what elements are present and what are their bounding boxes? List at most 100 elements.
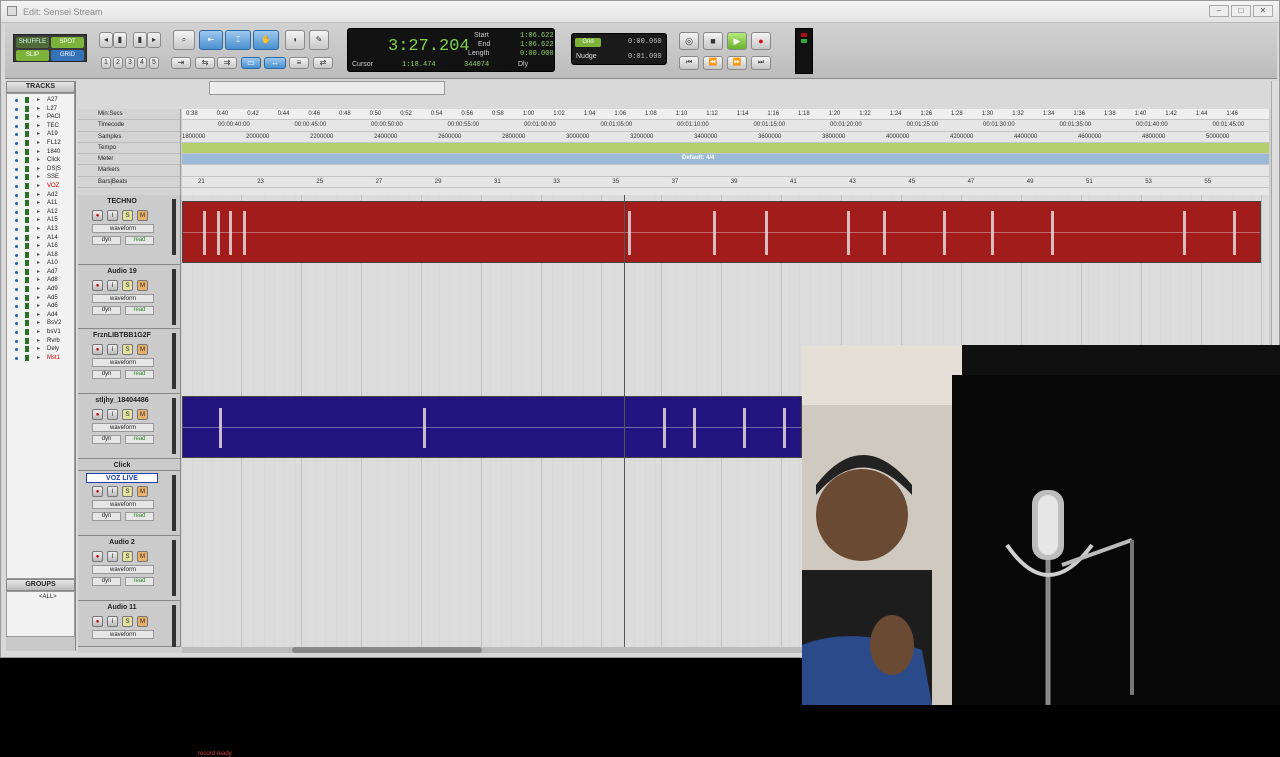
input-monitor-button[interactable]: I bbox=[107, 486, 118, 497]
scrubber-tool-icon[interactable]: ◖ bbox=[285, 30, 305, 50]
dyn-selector[interactable]: dyn bbox=[92, 236, 121, 245]
record-enable-button[interactable]: ● bbox=[92, 551, 103, 562]
mute-button[interactable]: M bbox=[137, 551, 148, 562]
mute-button[interactable]: M bbox=[137, 344, 148, 355]
end-value[interactable]: 1:06.622 bbox=[520, 41, 554, 49]
expand-arrow-icon[interactable]: ▸ bbox=[37, 242, 40, 251]
zoom-midi-icon[interactable]: ▮ bbox=[133, 32, 147, 48]
zoom-out-icon[interactable]: ◂ bbox=[99, 32, 113, 48]
track-list-item[interactable]: ▸ Click bbox=[7, 156, 74, 165]
fast-forward-icon[interactable]: ⏩ bbox=[727, 56, 747, 70]
expand-arrow-icon[interactable]: ▸ bbox=[37, 225, 40, 234]
show-dot-icon[interactable] bbox=[15, 356, 18, 360]
expand-arrow-icon[interactable]: ▸ bbox=[37, 208, 40, 217]
solo-button[interactable]: S bbox=[122, 551, 133, 562]
show-dot-icon[interactable] bbox=[15, 270, 18, 274]
track-name[interactable]: TECHNO bbox=[86, 197, 158, 207]
link-track-icon[interactable]: ⇉ bbox=[217, 57, 237, 69]
show-dot-icon[interactable] bbox=[15, 202, 18, 206]
insert-time-icon[interactable]: ≡ bbox=[289, 57, 309, 69]
show-dot-icon[interactable] bbox=[15, 99, 18, 102]
track-list-item[interactable]: ▸ A10 bbox=[7, 259, 74, 268]
record-enable-button[interactable]: ● bbox=[92, 486, 103, 497]
expand-arrow-icon[interactable]: ▸ bbox=[37, 199, 40, 208]
link-timeline-icon[interactable]: ⇆ bbox=[195, 57, 215, 69]
shuffle-mode-button[interactable]: SHUFFLE bbox=[16, 37, 49, 48]
play-button[interactable]: ▶ bbox=[727, 32, 747, 50]
grid-value[interactable]: 0:00.060 bbox=[628, 38, 662, 46]
dyn-selector[interactable]: dyn bbox=[92, 512, 121, 521]
online-icon[interactable]: ◎ bbox=[679, 32, 699, 50]
expand-arrow-icon[interactable]: ▸ bbox=[37, 345, 40, 354]
expand-arrow-icon[interactable]: ▸ bbox=[37, 234, 40, 243]
ruler-label[interactable]: Bars|Beats bbox=[78, 177, 180, 189]
group-all-item[interactable]: <ALL> bbox=[39, 594, 57, 600]
input-monitor-button[interactable]: I bbox=[107, 210, 118, 221]
track-name[interactable]: Click bbox=[86, 461, 158, 471]
expand-arrow-icon[interactable]: ▸ bbox=[37, 113, 40, 122]
track-view-selector[interactable]: waveform bbox=[92, 500, 154, 509]
samples-ruler[interactable]: 1800000 2000000 2200000 2400000 2600000 28000… bbox=[182, 132, 1269, 143]
track-list-item[interactable]: ▸ BsV2 bbox=[7, 319, 74, 328]
expand-arrow-icon[interactable]: ▸ bbox=[37, 96, 40, 105]
rewind-icon[interactable]: ⏪ bbox=[703, 56, 723, 70]
track-list-item[interactable]: ▸ Ad5 bbox=[7, 294, 74, 303]
track-list-item[interactable]: ▸ A14 bbox=[7, 234, 74, 243]
audio-clip-stljhy[interactable] bbox=[182, 396, 802, 458]
grid-mode-button[interactable]: GRID bbox=[51, 50, 84, 61]
solo-button[interactable]: S bbox=[122, 409, 133, 420]
automation-mode-selector[interactable]: read bbox=[125, 306, 154, 315]
expand-arrow-icon[interactable]: ▸ bbox=[37, 268, 40, 277]
minsecs-ruler[interactable]: 0:38 0:40 0:42 0:44 0:46 0:48 0:50 0:52 0:54 0:56… bbox=[182, 109, 1269, 121]
mute-button[interactable]: M bbox=[137, 486, 148, 497]
length-value[interactable]: 0:00.000 bbox=[520, 50, 554, 58]
playhead-line[interactable] bbox=[624, 195, 625, 647]
trim-tool-icon[interactable]: ⇤ bbox=[199, 30, 223, 50]
show-dot-icon[interactable] bbox=[15, 296, 18, 300]
loop-icon[interactable]: ⇄ bbox=[313, 57, 333, 69]
solo-button[interactable]: S bbox=[122, 210, 133, 221]
nudge-value[interactable]: 0:01.000 bbox=[628, 53, 662, 61]
solo-button[interactable]: S bbox=[122, 486, 133, 497]
track-list-item[interactable]: ▸ DS|S bbox=[7, 165, 74, 174]
zoomer-tool-icon[interactable]: ⌕ bbox=[173, 30, 195, 50]
show-dot-icon[interactable] bbox=[15, 150, 18, 154]
input-monitor-button[interactable]: I bbox=[107, 344, 118, 355]
mirror-midi-icon[interactable]: ↔ bbox=[264, 57, 286, 69]
expand-arrow-icon[interactable]: ▸ bbox=[37, 216, 40, 225]
track-list-item[interactable]: ▸ A13 bbox=[7, 225, 74, 234]
input-monitor-button[interactable]: I bbox=[107, 551, 118, 562]
show-dot-icon[interactable] bbox=[15, 141, 18, 145]
show-dot-icon[interactable] bbox=[15, 219, 18, 223]
expand-arrow-icon[interactable]: ▸ bbox=[37, 251, 40, 260]
return-to-zero-icon[interactable]: ⏮ bbox=[679, 56, 699, 70]
show-dot-icon[interactable] bbox=[15, 193, 18, 197]
expand-arrow-icon[interactable]: ▸ bbox=[37, 105, 40, 114]
zoom-preset-3[interactable]: 3 bbox=[125, 57, 135, 69]
expand-arrow-icon[interactable]: ▸ bbox=[37, 259, 40, 268]
show-dot-icon[interactable] bbox=[15, 245, 18, 249]
audio-clip-techno[interactable] bbox=[182, 201, 1261, 263]
track-list-item[interactable]: ▸ A11 bbox=[7, 199, 74, 208]
track-list-item[interactable]: ▸ TEC bbox=[7, 122, 74, 131]
expand-arrow-icon[interactable]: ▸ bbox=[37, 311, 40, 320]
show-dot-icon[interactable] bbox=[15, 210, 18, 214]
track-list-item[interactable]: ▸ PACI bbox=[7, 113, 74, 122]
close-button[interactable]: ✕ bbox=[1253, 5, 1273, 17]
track-list-item[interactable]: ▸ Dely bbox=[7, 345, 74, 354]
stop-button[interactable]: ■ bbox=[703, 32, 723, 50]
expand-arrow-icon[interactable]: ▸ bbox=[37, 139, 40, 148]
expand-arrow-icon[interactable]: ▸ bbox=[37, 156, 40, 165]
main-counter-value[interactable]: 3:27.204 bbox=[388, 37, 470, 56]
track-list-item[interactable]: ▸ FL12 bbox=[7, 139, 74, 148]
track-list-item[interactable]: ▸ Ad7 bbox=[7, 268, 74, 277]
track-list-item[interactable]: ▸ Ad9 bbox=[7, 285, 74, 294]
show-dot-icon[interactable] bbox=[15, 348, 18, 352]
track-list-item[interactable]: ▸ A16 bbox=[7, 242, 74, 251]
mute-button[interactable]: M bbox=[137, 210, 148, 221]
record-enable-button[interactable]: ● bbox=[92, 616, 103, 627]
expand-arrow-icon[interactable]: ▸ bbox=[37, 276, 40, 285]
dyn-selector[interactable]: dyn bbox=[92, 370, 121, 379]
track-list-item[interactable]: ▸ Mst1 bbox=[7, 354, 74, 363]
solo-button[interactable]: S bbox=[122, 616, 133, 627]
